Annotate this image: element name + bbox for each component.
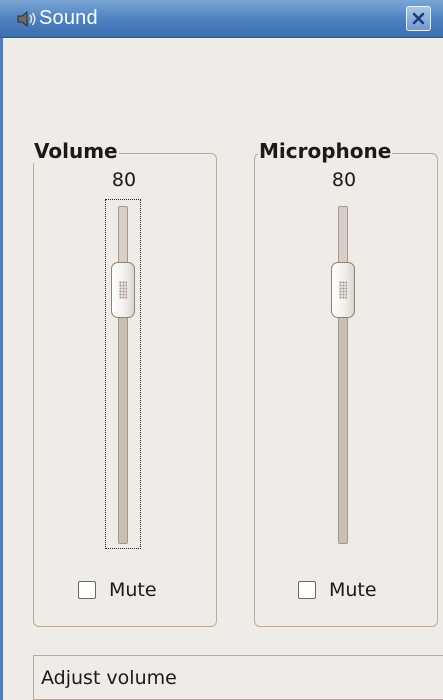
- window-title: Sound: [39, 7, 98, 29]
- close-button[interactable]: [406, 6, 431, 31]
- title-bar[interactable]: Sound: [0, 0, 443, 38]
- microphone-mute-label: Mute: [329, 579, 377, 601]
- status-bar: Adjust volume: [33, 655, 443, 700]
- microphone-slider-thumb[interactable]: [331, 262, 355, 319]
- volume-mute-label: Mute: [109, 579, 157, 601]
- volume-slider-thumb[interactable]: [111, 262, 135, 319]
- close-icon: [412, 12, 425, 25]
- microphone-level-value: 80: [331, 169, 357, 191]
- microphone-slider[interactable]: [325, 199, 361, 549]
- window-border: [0, 38, 3, 700]
- microphone-frame-title: Microphone: [258, 139, 393, 163]
- checkbox-box[interactable]: [298, 581, 316, 599]
- slider-fill: [119, 290, 127, 543]
- volume-slider[interactable]: [105, 199, 141, 549]
- checkbox-box[interactable]: [78, 581, 96, 599]
- status-text: Adjust volume: [41, 667, 177, 689]
- slider-fill: [339, 290, 347, 543]
- volume-frame-title: Volume: [33, 139, 119, 163]
- grip-icon: [339, 281, 347, 300]
- speaker-icon: [16, 10, 38, 28]
- volume-level-value: 80: [111, 169, 137, 191]
- grip-icon: [119, 281, 127, 300]
